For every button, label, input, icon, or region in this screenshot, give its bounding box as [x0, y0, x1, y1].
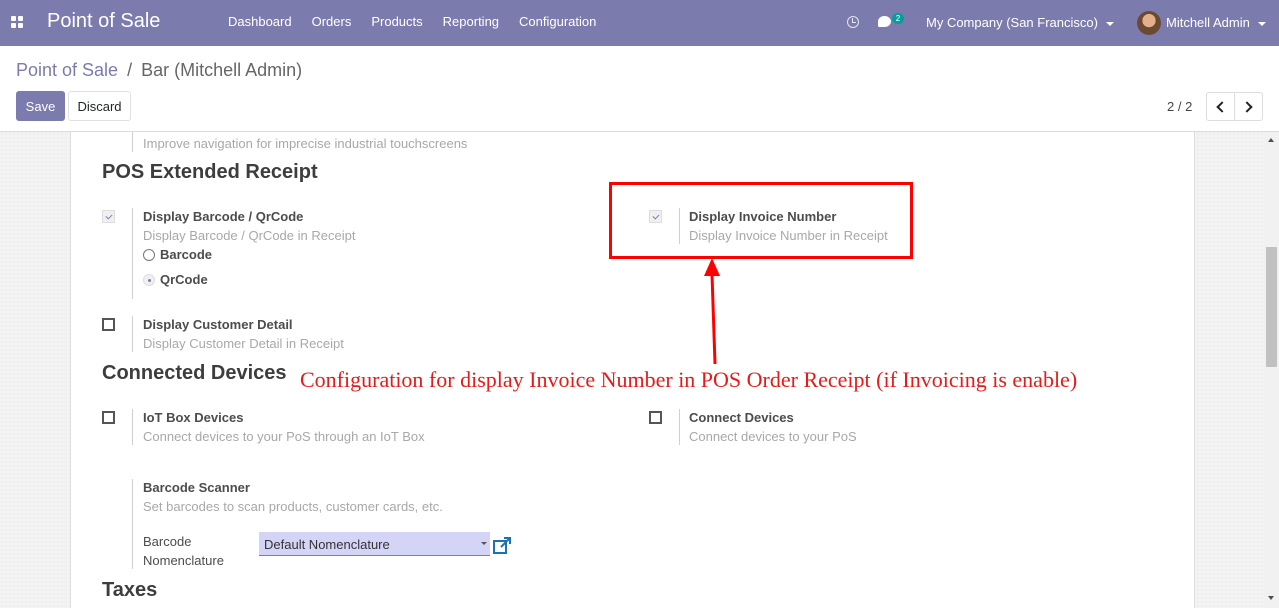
- menu-configuration[interactable]: Configuration: [509, 14, 606, 29]
- setting-divider: [132, 316, 133, 352]
- breadcrumb-separator: /: [127, 60, 133, 80]
- save-button[interactable]: Save: [16, 91, 65, 121]
- connect-devices-checkbox[interactable]: [649, 411, 662, 424]
- display-barcode-description: Display Barcode / QrCode in Receipt: [143, 228, 356, 243]
- setting-divider: [132, 132, 133, 152]
- annotation-text: Configuration for display Invoice Number…: [300, 367, 1078, 392]
- pager-previous-button[interactable]: [1206, 92, 1235, 121]
- display-customer-description: Display Customer Detail in Receipt: [143, 336, 344, 351]
- connect-devices-description: Connect devices to your PoS: [689, 429, 857, 444]
- chevron-down-icon: [1105, 21, 1114, 26]
- breadcrumb-current: Bar (Mitchell Admin): [141, 60, 303, 80]
- top-navbar: Point of Sale Dashboard Orders Products …: [0, 0, 1279, 46]
- vertical-scrollbar[interactable]: [1264, 132, 1279, 608]
- company-switcher[interactable]: My Company (San Francisco): [926, 15, 1114, 30]
- setting-divider: [132, 409, 133, 445]
- annotation-arrow: [704, 258, 720, 365]
- form-view-background: Improve navigation for imprecise industr…: [0, 132, 1279, 608]
- display-barcode-checkbox[interactable]: [102, 210, 115, 223]
- external-link-icon[interactable]: [492, 537, 512, 555]
- pager-next-button[interactable]: [1234, 92, 1263, 121]
- display-customer-checkbox[interactable]: [102, 318, 115, 331]
- form-sheet: Improve navigation for imprecise industr…: [70, 132, 1195, 608]
- barcode-radio-label[interactable]: Barcode: [160, 247, 212, 262]
- chevron-right-icon: [1241, 101, 1253, 113]
- qrcode-radio[interactable]: [143, 274, 155, 286]
- user-menu[interactable]: Mitchell Admin: [1166, 15, 1266, 30]
- scroll-up-arrow-icon[interactable]: [1268, 138, 1274, 142]
- qrcode-radio-label[interactable]: QrCode: [160, 272, 208, 287]
- menu-dashboard[interactable]: Dashboard: [218, 14, 302, 29]
- section-title-receipt: POS Extended Receipt: [102, 161, 318, 183]
- iot-box-checkbox[interactable]: [102, 411, 115, 424]
- section-title-taxes: Taxes: [102, 579, 158, 601]
- chevron-down-icon: [1257, 21, 1266, 26]
- scroll-thumb[interactable]: [1266, 247, 1277, 367]
- setting-divider: [132, 208, 133, 299]
- barcode-scanner-label: Barcode Scanner: [143, 480, 250, 495]
- discard-button[interactable]: Discard: [68, 91, 131, 121]
- menu-orders[interactable]: Orders: [302, 14, 362, 29]
- connect-devices-label: Connect Devices: [689, 410, 794, 425]
- pager-value[interactable]: 2 / 2: [1167, 99, 1192, 114]
- section-title-devices: Connected Devices: [102, 362, 287, 384]
- caret-down-icon: [481, 542, 487, 545]
- barcode-radio[interactable]: [143, 249, 155, 261]
- breadcrumb-parent[interactable]: Point of Sale: [16, 60, 118, 80]
- user-avatar[interactable]: [1137, 11, 1161, 35]
- company-name: My Company (San Francisco): [926, 15, 1098, 30]
- control-panel: Point of Sale / Bar (Mitchell Admin) Sav…: [0, 46, 1279, 132]
- app-brand[interactable]: Point of Sale: [47, 10, 160, 33]
- nomenclature-select[interactable]: Default Nomenclature: [259, 532, 490, 556]
- previous-setting-description: Improve navigation for imprecise industr…: [143, 136, 468, 151]
- nomenclature-label-line2: Nomenclature: [143, 553, 224, 568]
- setting-divider: [679, 409, 680, 445]
- setting-divider: [132, 479, 133, 569]
- iot-box-description: Connect devices to your PoS through an I…: [143, 429, 425, 444]
- user-name: Mitchell Admin: [1166, 15, 1250, 30]
- main-menu: Dashboard Orders Products Reporting Conf…: [218, 14, 606, 29]
- chevron-left-icon: [1216, 101, 1228, 113]
- annotation-highlight-box: [609, 182, 913, 259]
- iot-box-label: IoT Box Devices: [143, 410, 244, 425]
- apps-menu-icon[interactable]: [11, 16, 23, 28]
- chat-count-badge: 2: [892, 13, 904, 24]
- activity-clock-icon[interactable]: [847, 16, 859, 28]
- nomenclature-value: Default Nomenclature: [264, 537, 390, 552]
- menu-reporting[interactable]: Reporting: [433, 14, 509, 29]
- nomenclature-label-line1: Barcode: [143, 534, 192, 549]
- scroll-down-arrow-icon[interactable]: [1268, 596, 1274, 600]
- barcode-scanner-description: Set barcodes to scan products, customer …: [143, 499, 443, 514]
- menu-products[interactable]: Products: [361, 14, 432, 29]
- display-barcode-label: Display Barcode / QrCode: [143, 209, 304, 224]
- display-customer-label: Display Customer Detail: [143, 317, 293, 332]
- messaging-chat-icon[interactable]: [878, 16, 891, 27]
- breadcrumb: Point of Sale / Bar (Mitchell Admin): [16, 60, 302, 81]
